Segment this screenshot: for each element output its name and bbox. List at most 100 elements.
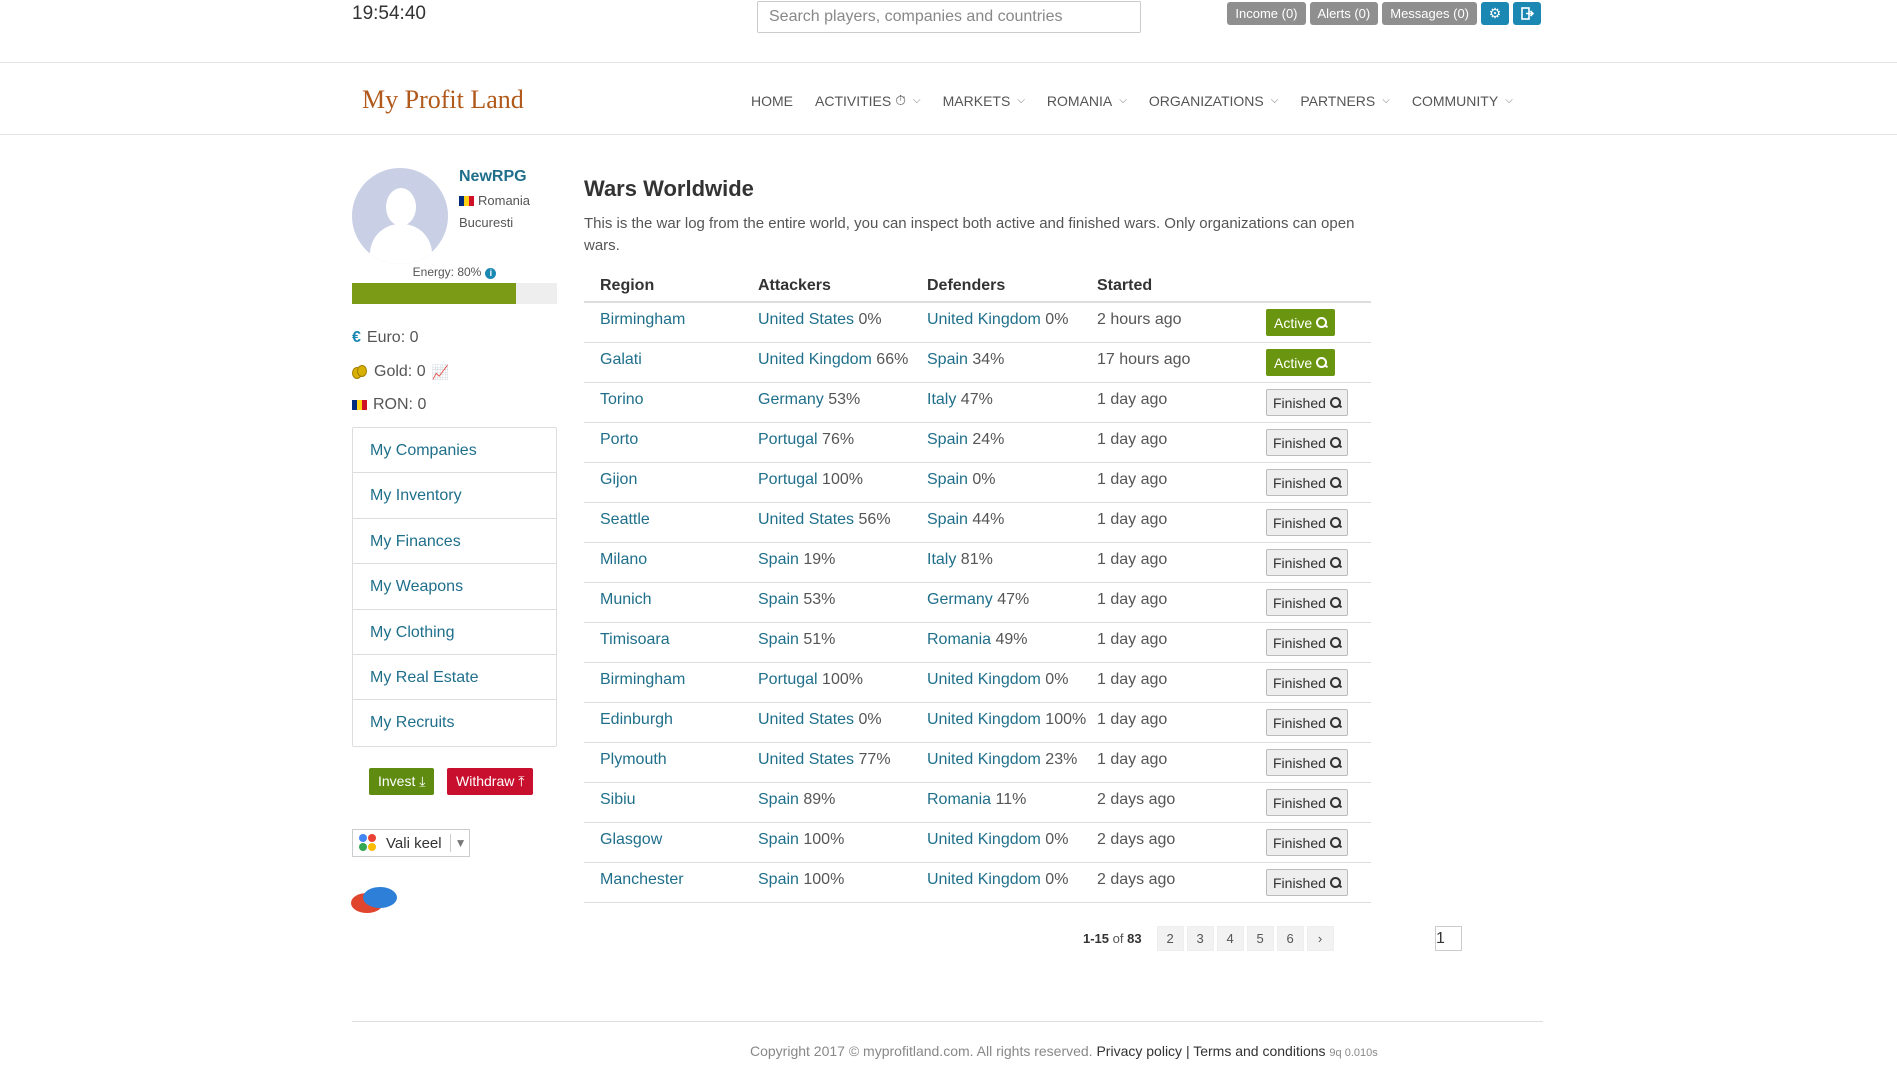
active-war-button[interactable]: Active xyxy=(1266,349,1336,376)
attacker-country-link[interactable]: United States xyxy=(758,751,854,768)
region-link[interactable]: Porto xyxy=(600,431,638,448)
attacker-country-link[interactable]: Portugal xyxy=(758,471,818,488)
sidebar-item-companies[interactable]: My Companies xyxy=(353,428,556,474)
privacy-policy-link[interactable]: Privacy policy xyxy=(1096,1043,1182,1059)
attacker-country-link[interactable]: United States xyxy=(758,711,854,728)
region-link[interactable]: Birmingham xyxy=(600,311,685,328)
attacker-country-link[interactable]: Germany xyxy=(758,391,824,408)
finished-war-button[interactable]: Finished xyxy=(1266,869,1348,896)
defender-country-link[interactable]: Germany xyxy=(927,591,993,608)
region-link[interactable]: Glasgow xyxy=(600,831,662,848)
attacker-country-link[interactable]: Portugal xyxy=(758,431,818,448)
site-logo[interactable]: My Profit Land xyxy=(362,85,524,115)
invest-button[interactable]: Invest ⤓ xyxy=(369,768,435,795)
defender-country-link[interactable]: Italy xyxy=(927,391,956,408)
attacker-country-link[interactable]: Spain xyxy=(758,871,799,888)
finished-war-button[interactable]: Finished xyxy=(1266,829,1348,856)
nav-partners[interactable]: PARTNERS ⌵ xyxy=(1300,92,1390,109)
chat-bubbles-icon[interactable] xyxy=(351,887,397,917)
nav-organizations[interactable]: ORGANIZATIONS ⌵ xyxy=(1149,92,1278,109)
attacker-country-link[interactable]: United States xyxy=(758,511,854,528)
withdraw-button[interactable]: Withdraw ⤒ xyxy=(447,768,534,795)
alerts-button[interactable]: Alerts (0) xyxy=(1309,2,1379,25)
finished-war-button[interactable]: Finished xyxy=(1266,469,1348,496)
finished-war-button[interactable]: Finished xyxy=(1266,789,1348,816)
terms-link[interactable]: Terms and conditions xyxy=(1193,1043,1325,1059)
region-link[interactable]: Manchester xyxy=(600,871,684,888)
sidebar-item-recruits[interactable]: My Recruits xyxy=(353,700,556,745)
defender-country-link[interactable]: Romania xyxy=(927,791,991,808)
avatar[interactable] xyxy=(352,168,448,264)
defender-country-link[interactable]: Italy xyxy=(927,551,956,568)
page-2[interactable]: 2 xyxy=(1156,926,1184,951)
defender-country-link[interactable]: United Kingdom xyxy=(927,751,1041,768)
nav-community[interactable]: COMMUNITY ⌵ xyxy=(1412,92,1513,109)
defender-country-link[interactable]: United Kingdom xyxy=(927,871,1041,888)
finished-war-button[interactable]: Finished xyxy=(1266,629,1348,656)
search-input[interactable] xyxy=(757,1,1141,33)
sidebar-item-finances[interactable]: My Finances xyxy=(353,519,556,565)
sidebar-item-real-estate[interactable]: My Real Estate xyxy=(353,655,556,701)
attacker-country-link[interactable]: United Kingdom xyxy=(758,351,872,368)
attacker-country-link[interactable]: Spain xyxy=(758,791,799,808)
nav-romania[interactable]: ROMANIA ⌵ xyxy=(1047,92,1127,109)
region-link[interactable]: Sibiu xyxy=(600,791,636,808)
defender-country-link[interactable]: United Kingdom xyxy=(927,831,1041,848)
next-page-button[interactable]: › xyxy=(1306,926,1334,951)
finished-war-button[interactable]: Finished xyxy=(1266,669,1348,696)
finished-war-button[interactable]: Finished xyxy=(1266,589,1348,616)
cell-attackers: Spain 100% xyxy=(742,863,911,889)
finished-war-button[interactable]: Finished xyxy=(1266,749,1348,776)
defender-country-link[interactable]: Spain xyxy=(927,431,968,448)
attacker-country-link[interactable]: Spain xyxy=(758,631,799,648)
region-link[interactable]: Milano xyxy=(600,551,647,568)
finished-war-button[interactable]: Finished xyxy=(1266,709,1348,736)
region-link[interactable]: Plymouth xyxy=(600,751,667,768)
region-link[interactable]: Edinburgh xyxy=(600,711,673,728)
nav-markets[interactable]: MARKETS ⌵ xyxy=(943,92,1025,109)
line-chart-icon[interactable]: 📈 xyxy=(432,364,449,381)
defender-country-link[interactable]: Spain xyxy=(927,511,968,528)
sidebar-item-inventory[interactable]: My Inventory xyxy=(353,473,556,519)
sidebar-item-clothing[interactable]: My Clothing xyxy=(353,610,556,655)
page-6[interactable]: 6 xyxy=(1276,926,1304,951)
nav-home[interactable]: HOME xyxy=(751,92,793,109)
page-4[interactable]: 4 xyxy=(1216,926,1244,951)
sidebar-item-weapons[interactable]: My Weapons xyxy=(353,564,556,610)
defender-country-link[interactable]: United Kingdom xyxy=(927,311,1041,328)
region-link[interactable]: Gijon xyxy=(600,471,637,488)
defender-country-link[interactable]: United Kingdom xyxy=(927,671,1041,688)
attacker-country-link[interactable]: United States xyxy=(758,311,854,328)
logout-button[interactable] xyxy=(1513,2,1541,25)
region-link[interactable]: Munich xyxy=(600,591,652,608)
page-3[interactable]: 3 xyxy=(1186,926,1214,951)
income-button[interactable]: Income (0) xyxy=(1227,2,1306,25)
page-1[interactable]: 1 xyxy=(1435,926,1462,951)
attacker-country-link[interactable]: Spain xyxy=(758,551,799,568)
attacker-country-link[interactable]: Portugal xyxy=(758,671,818,688)
profile-username[interactable]: NewRPG xyxy=(459,168,527,186)
finished-war-button[interactable]: Finished xyxy=(1266,389,1348,416)
defender-country-link[interactable]: United Kingdom xyxy=(927,711,1041,728)
defender-country-link[interactable]: Spain xyxy=(927,351,968,368)
finished-war-button[interactable]: Finished xyxy=(1266,509,1348,536)
language-select[interactable]: Vali keel ▼ xyxy=(352,829,470,857)
region-link[interactable]: Seattle xyxy=(600,511,650,528)
messages-button[interactable]: Messages (0) xyxy=(1382,2,1477,25)
region-link[interactable]: Birmingham xyxy=(600,671,685,688)
attacker-country-link[interactable]: Spain xyxy=(758,831,799,848)
settings-button[interactable]: ⚙ xyxy=(1481,2,1509,25)
defender-country-link[interactable]: Spain xyxy=(927,471,968,488)
region-link[interactable]: Timisoara xyxy=(600,631,670,648)
attacker-country-link[interactable]: Spain xyxy=(758,591,799,608)
info-icon[interactable]: i xyxy=(485,268,497,279)
finished-war-button[interactable]: Finished xyxy=(1266,429,1348,456)
region-link[interactable]: Torino xyxy=(600,391,644,408)
region-link[interactable]: Galati xyxy=(600,351,642,368)
active-war-button[interactable]: Active xyxy=(1266,309,1336,336)
defender-country-link[interactable]: Romania xyxy=(927,631,991,648)
page-5[interactable]: 5 xyxy=(1246,926,1274,951)
nav-activities[interactable]: ACTIVITIES ⏱ ⌵ xyxy=(815,92,921,109)
finished-war-button[interactable]: Finished xyxy=(1266,549,1348,576)
attacker-percent: 89% xyxy=(803,791,836,808)
